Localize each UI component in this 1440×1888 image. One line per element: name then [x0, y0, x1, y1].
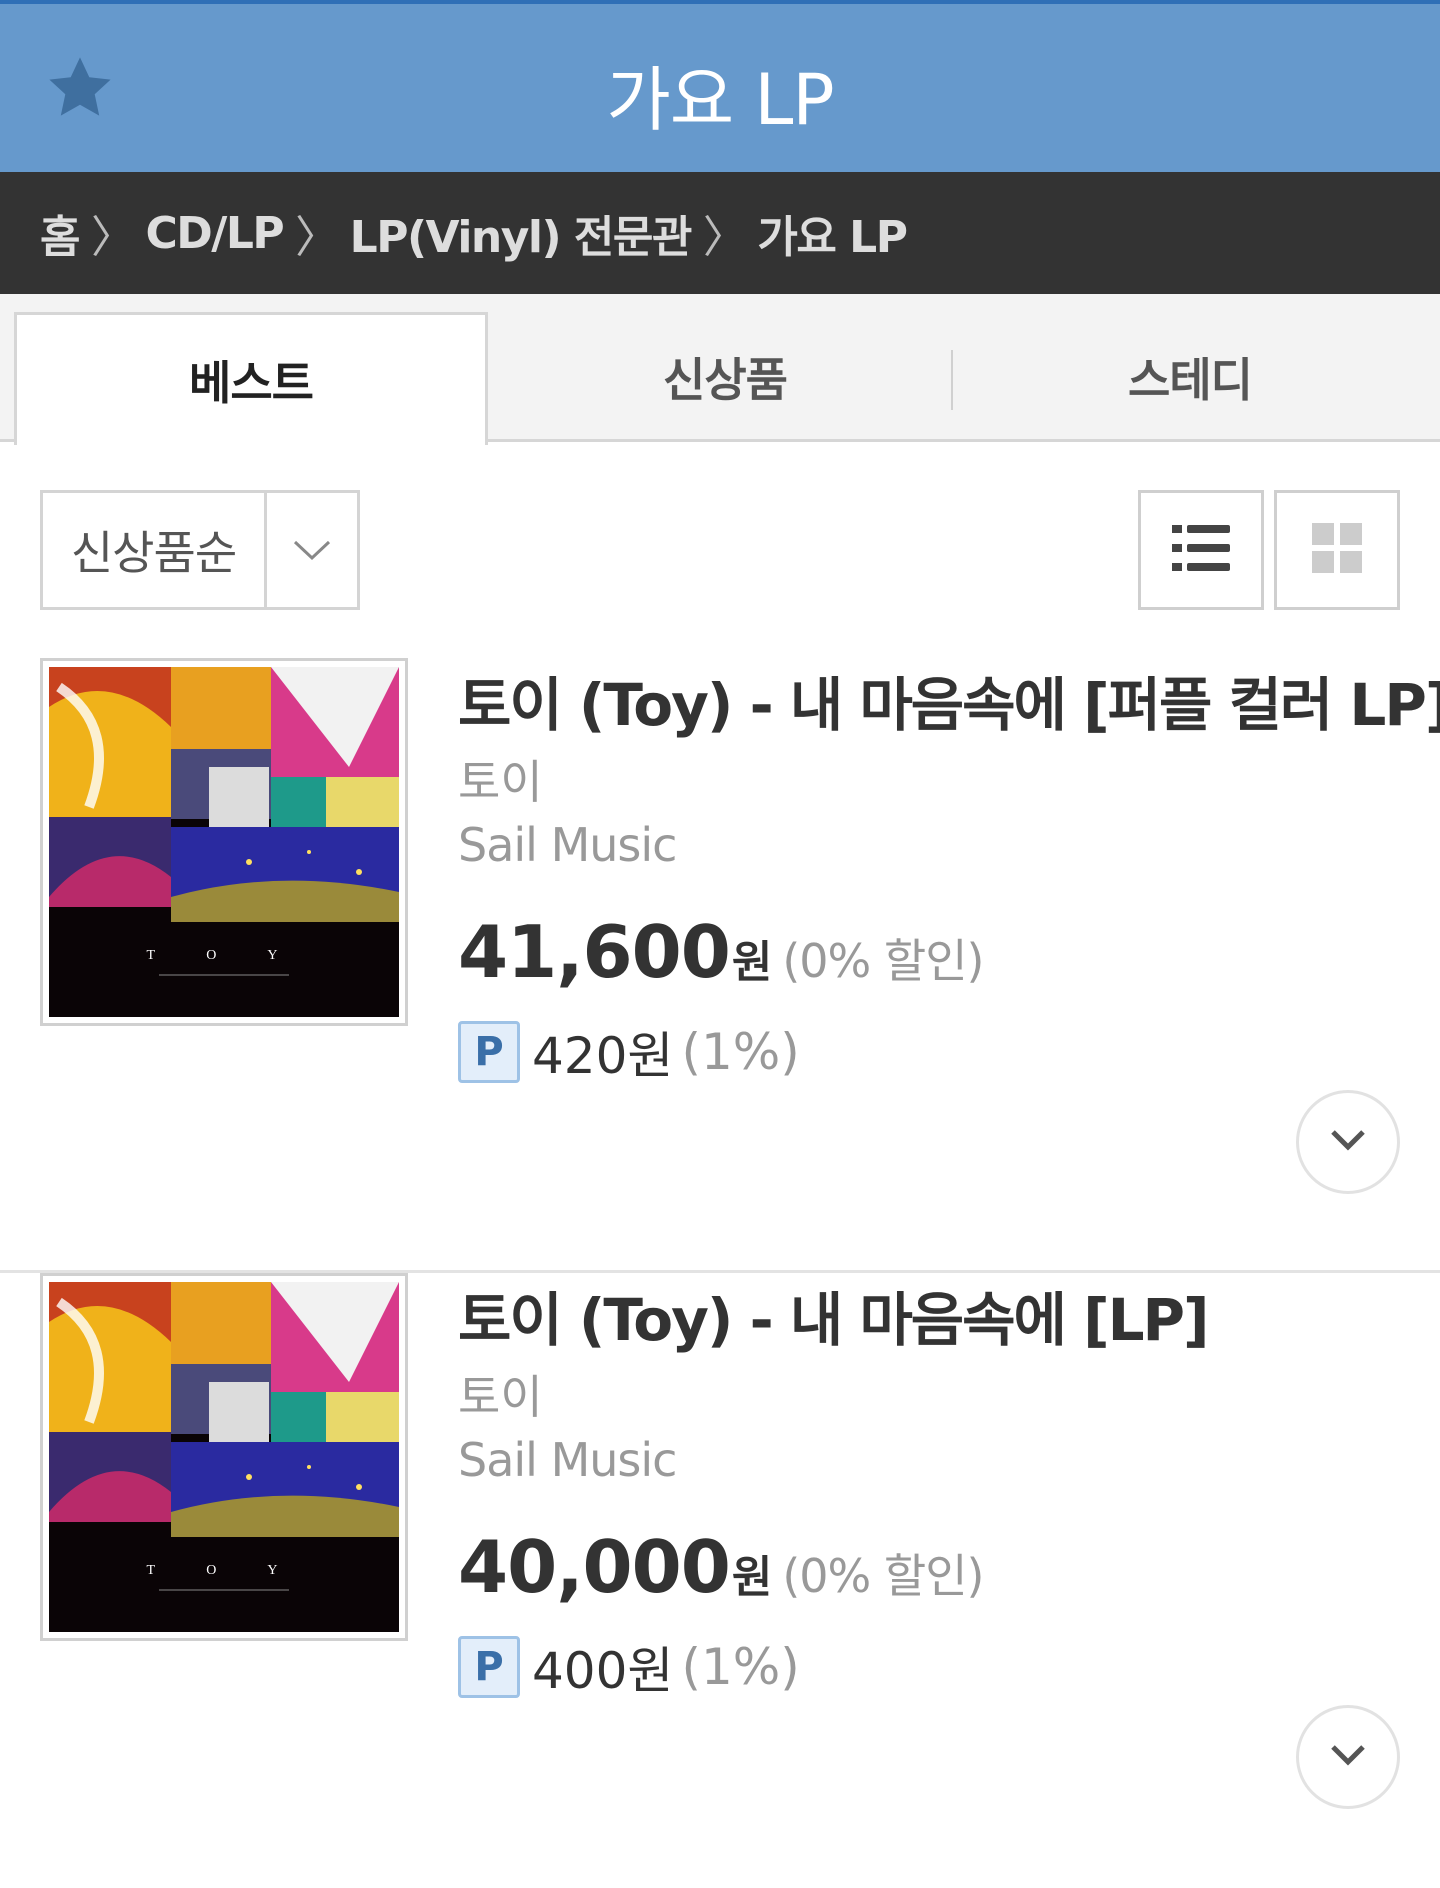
product-points: P 400원 (1%) — [458, 1631, 800, 1703]
point-value: 420원 — [532, 1027, 674, 1085]
chevron-down-icon — [1329, 1128, 1367, 1156]
tab-new[interactable]: 신상품 — [488, 312, 962, 442]
product-item[interactable]: T O Y 토이 (Toy) - 내 마음속에 [퍼플 컬러 LP] 토이 Sa… — [0, 658, 1440, 1273]
album-cover[interactable]: T O Y — [40, 658, 408, 1026]
product-item[interactable]: T O Y 토이 (Toy) - 내 마음속에 [LP] 토이 Sail Mus… — [0, 1273, 1440, 1888]
product-artist[interactable]: 토이 — [458, 746, 543, 812]
list-view-button[interactable] — [1138, 490, 1264, 610]
sort-select[interactable]: 신상품순 — [40, 490, 360, 610]
point-rate: (1%) — [681, 1638, 800, 1696]
price-value: 40,000 — [458, 1525, 731, 1609]
discount-text: (0% 할인) — [782, 934, 984, 988]
product-label: Sail Music — [458, 1433, 677, 1487]
breadcrumb: 홈 〉 CD/LP 〉 LP(Vinyl) 전문관 〉 가요 LP — [0, 172, 1440, 294]
product-title[interactable]: 토이 (Toy) - 내 마음속에 [LP] — [458, 1273, 1210, 1357]
price-value: 41,600 — [458, 910, 731, 994]
chevron-down-icon — [267, 493, 357, 607]
grid-view-button[interactable] — [1274, 490, 1400, 610]
product-title[interactable]: 토이 (Toy) - 내 마음속에 [퍼플 컬러 LP] — [458, 658, 1440, 742]
expand-button[interactable] — [1296, 1705, 1400, 1809]
sort-selected-label: 신상품순 — [43, 493, 267, 607]
product-price: 40,000 원 (0% 할인) — [458, 1525, 984, 1609]
breadcrumb-separator: 〉 — [295, 212, 339, 263]
page-header: 가요 LP — [0, 4, 1440, 172]
svg-text:T O Y: T O Y — [147, 948, 302, 963]
tab-best[interactable]: 베스트 — [14, 312, 488, 445]
tab-bar: 베스트 신상품 스테디 — [0, 294, 1440, 445]
svg-text:T O Y: T O Y — [147, 1563, 302, 1578]
product-label: Sail Music — [458, 818, 677, 872]
list-icon — [1172, 523, 1230, 577]
breadcrumb-item-cd-lp[interactable]: CD/LP — [145, 208, 284, 259]
price-currency: 원 — [731, 937, 773, 988]
breadcrumb-separator: 〉 — [90, 212, 135, 263]
discount-text: (0% 할인) — [782, 1549, 984, 1603]
breadcrumb-separator: 〉 — [702, 212, 747, 263]
point-rate: (1%) — [681, 1023, 800, 1081]
album-cover[interactable]: T O Y — [40, 1273, 408, 1641]
point-badge: P — [458, 1636, 520, 1698]
grid-icon — [1312, 523, 1362, 577]
expand-button[interactable] — [1296, 1090, 1400, 1194]
product-artist[interactable]: 토이 — [458, 1361, 543, 1427]
breadcrumb-item-current[interactable]: 가요 LP — [757, 201, 908, 265]
breadcrumb-item-home[interactable]: 홈 — [40, 201, 80, 265]
page-title: 가요 LP — [606, 59, 834, 141]
price-currency: 원 — [731, 1552, 773, 1603]
product-price: 41,600 원 (0% 할인) — [458, 910, 984, 994]
tab-steady[interactable]: 스테디 — [953, 312, 1427, 442]
chevron-down-icon — [1329, 1743, 1367, 1771]
breadcrumb-item-lp-vinyl[interactable]: LP(Vinyl) 전문관 — [350, 201, 693, 265]
point-value: 400원 — [532, 1642, 674, 1700]
product-points: P 420원 (1%) — [458, 1016, 800, 1088]
point-badge: P — [458, 1021, 520, 1083]
